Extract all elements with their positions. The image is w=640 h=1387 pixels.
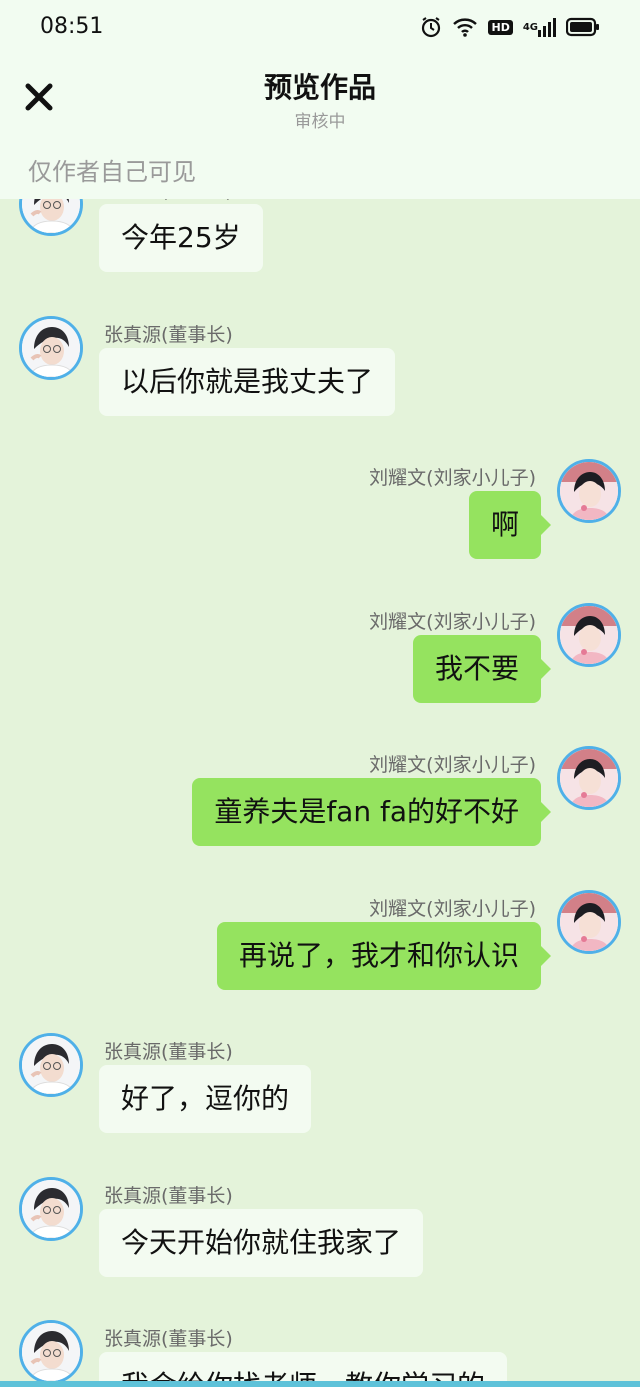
- signal-icon: 4G: [523, 17, 556, 37]
- avatar-zhang[interactable]: [19, 316, 83, 380]
- review-status: 审核中: [294, 112, 346, 132]
- chat-message: 张真源(董事长) 以后你就是我丈夫了: [0, 316, 640, 426]
- chat-message: 刘耀文(刘家小儿子) 啊: [0, 459, 640, 569]
- sender-name: 刘耀文(刘家小儿子): [369, 467, 536, 489]
- avatar-zhang[interactable]: [19, 1320, 83, 1384]
- chat-message: 张真源(董事长) 我会给你找老师，教你学习的: [0, 1320, 640, 1387]
- sender-name: 张真源(董事长): [104, 1185, 233, 1207]
- chat-message: 刘耀文(刘家小儿子) 再说了，我才和你认识: [0, 890, 640, 1000]
- status-time: 08:51: [40, 14, 104, 39]
- avatar-liu[interactable]: [557, 746, 621, 810]
- sender-name: 刘耀文(刘家小儿子): [369, 611, 536, 633]
- sender-name: 张真源(董事长): [104, 1041, 233, 1063]
- page-header: 预览作品 审核中 仅作者自己可见: [0, 56, 640, 199]
- sender-name: 刘耀文(刘家小儿子): [369, 754, 536, 776]
- message-bubble[interactable]: 今年25岁: [99, 204, 263, 272]
- chat-message: 刘耀文(刘家小儿子) 我不要: [0, 603, 640, 713]
- chat-message: 张真源(董事长)今年25岁: [0, 199, 640, 282]
- avatar-liu[interactable]: [557, 459, 621, 523]
- chat-area[interactable]: 张真源(董事长)今年25岁张真源(董事长)以后你就是我丈夫了刘耀文(刘家小儿子)…: [0, 199, 640, 1387]
- visibility-note: 仅作者自己可见: [28, 158, 196, 186]
- wifi-icon: [452, 16, 478, 38]
- sender-name: 张真源(董事长): [104, 324, 233, 346]
- avatar-zhang[interactable]: [19, 199, 83, 236]
- avatar-zhang[interactable]: [19, 1033, 83, 1097]
- battery-icon: [566, 17, 600, 37]
- hd-badge: HD: [488, 19, 513, 35]
- network-type-label: 4G: [522, 21, 538, 33]
- sender-name: 张真源(董事长): [104, 199, 233, 203]
- sender-name: 张真源(董事长): [104, 1328, 233, 1350]
- avatar-zhang[interactable]: [19, 1177, 83, 1241]
- message-bubble[interactable]: 今天开始你就住我家了: [99, 1209, 424, 1277]
- avatar-liu[interactable]: [557, 890, 621, 954]
- chat-message: 张真源(董事长) 今天开始你就住我家了: [0, 1177, 640, 1287]
- status-bar: 08:51 HD 4G: [0, 0, 640, 56]
- message-bubble[interactable]: 啊: [468, 491, 552, 559]
- avatar-liu[interactable]: [557, 603, 621, 667]
- message-bubble[interactable]: 再说了，我才和你认识: [216, 922, 552, 990]
- status-icons: HD 4G: [420, 16, 600, 38]
- alarm-icon: [420, 16, 442, 38]
- sender-name: 刘耀文(刘家小儿子): [369, 898, 536, 920]
- chat-message: 刘耀文(刘家小儿子) 童养夫是fan fa的好不好: [0, 746, 640, 856]
- message-bubble[interactable]: 好了，逗你的: [99, 1065, 312, 1133]
- bottom-accent-bar: [0, 1381, 640, 1387]
- page-title: 预览作品: [263, 71, 376, 104]
- message-bubble[interactable]: 我不要: [412, 635, 552, 703]
- message-bubble[interactable]: 童养夫是fan fa的好不好: [192, 778, 551, 846]
- message-bubble[interactable]: 以后你就是我丈夫了: [99, 348, 396, 416]
- chat-message: 张真源(董事长) 好了，逗你的: [0, 1033, 640, 1143]
